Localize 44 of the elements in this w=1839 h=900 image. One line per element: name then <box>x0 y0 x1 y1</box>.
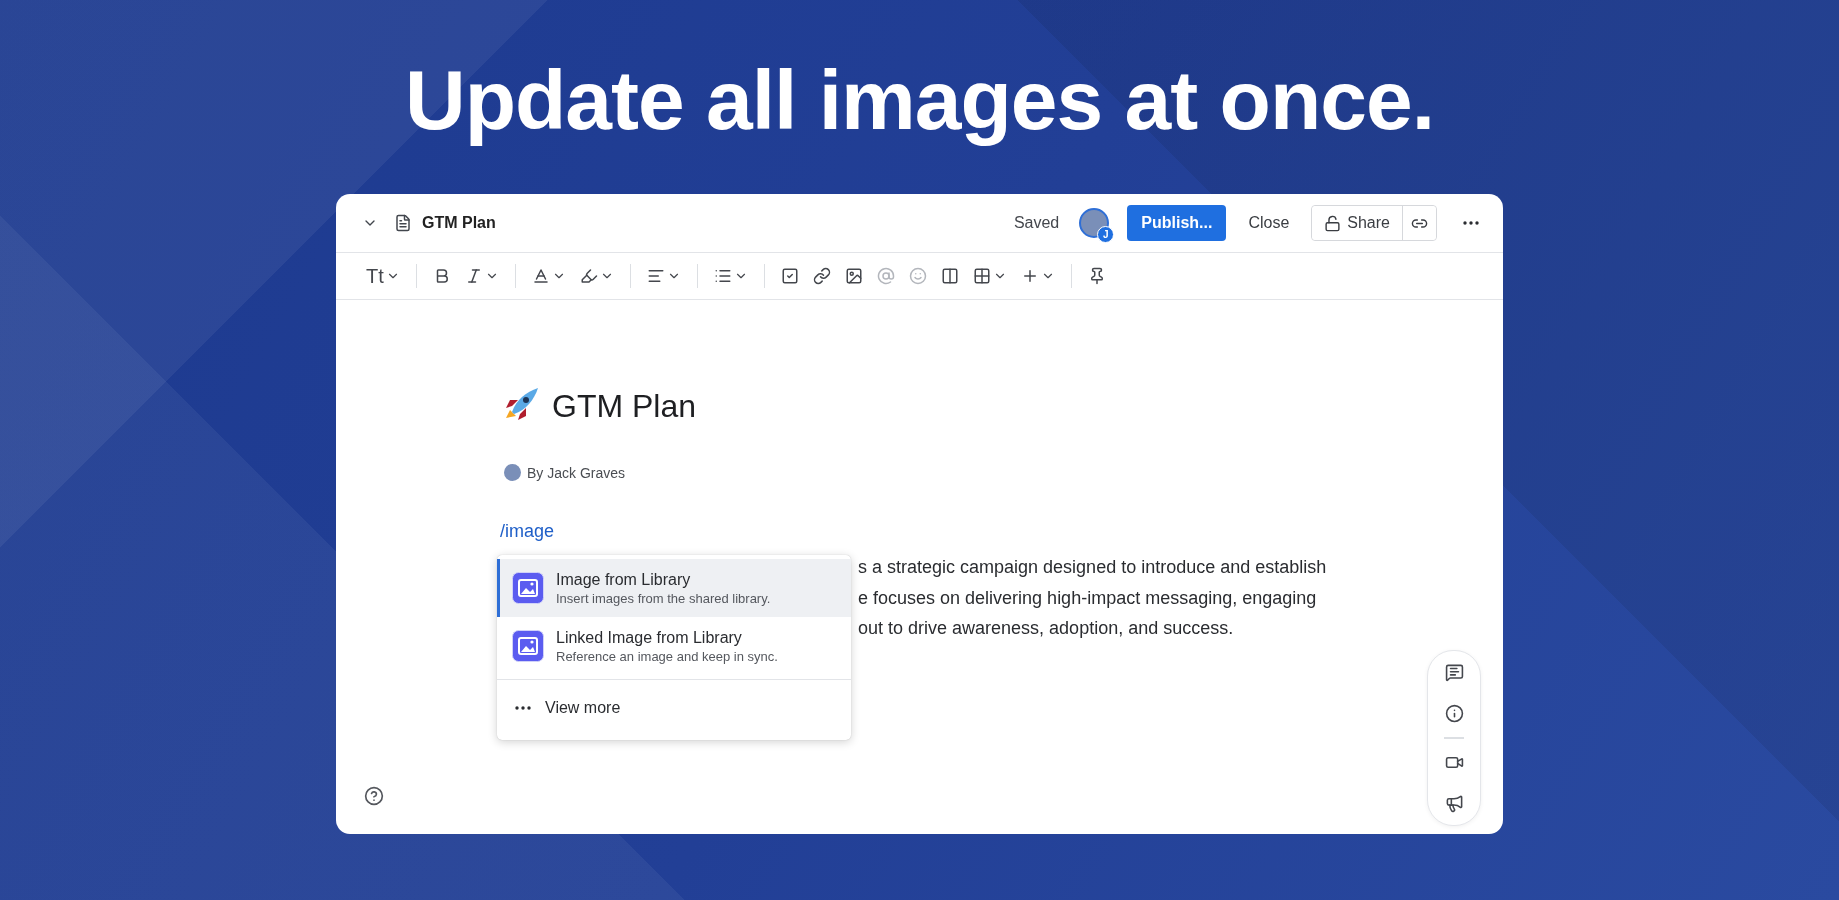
paragraph-line: out to drive awareness, adoption, and success. <box>858 617 1235 640</box>
columns-icon <box>940 267 959 285</box>
menu-item[interactable]: Linked Image from Library Reference an image and keep in sync. <box>497 617 851 675</box>
document-title: GTM Plan <box>552 387 697 425</box>
text-color-icon <box>531 267 550 285</box>
close-button[interactable]: Close <box>1236 205 1302 241</box>
table-icon <box>972 267 991 285</box>
menu-item[interactable]: Image from Library Insert images from the shared library. <box>497 559 851 617</box>
list-icon <box>713 267 732 285</box>
avatar-badge: J <box>1097 226 1115 243</box>
align-icon <box>646 267 665 285</box>
image-icon <box>512 630 544 662</box>
paragraph-line: e focuses on delivering high-impact messaging, engaging <box>858 586 1318 610</box>
copy-link-button[interactable] <box>1402 206 1436 240</box>
view-more-link[interactable]: View more <box>545 699 621 717</box>
mention-icon <box>876 267 895 285</box>
avatar[interactable] <box>1079 208 1110 238</box>
ellipsis-icon <box>515 706 531 710</box>
page-icon <box>394 214 412 232</box>
save-status: Saved <box>1013 214 1060 232</box>
ellipsis-icon <box>1463 221 1479 225</box>
help-icon[interactable] <box>364 786 384 806</box>
info-icon[interactable] <box>1444 704 1464 723</box>
author-name: By Jack Graves <box>527 464 626 481</box>
lock-icon <box>1324 214 1342 232</box>
link-icon <box>812 267 831 285</box>
megaphone-icon[interactable] <box>1444 794 1464 813</box>
slash-command-text: /image <box>500 521 555 542</box>
text-style-button[interactable]: Tt <box>364 262 402 290</box>
highlight-icon <box>579 267 598 285</box>
page-title: GTM Plan <box>422 214 496 232</box>
paragraph-line: s a strategic campaign designed to introduce and establish <box>858 556 1328 579</box>
image-icon <box>844 267 863 285</box>
headline: Update all images at once. <box>405 52 1434 149</box>
author-avatar <box>504 464 521 481</box>
menu-item-title: Image from Library <box>556 570 692 589</box>
task-icon <box>780 267 799 285</box>
menu-item-title: Linked Image from Library <box>556 628 743 647</box>
image-icon <box>512 572 544 604</box>
publish-button[interactable]: Publish... <box>1127 205 1227 241</box>
emoji-icon <box>908 267 927 285</box>
comment-icon[interactable] <box>1444 663 1464 682</box>
menu-item-description: Insert images from the shared library. <box>556 590 771 606</box>
menu-item-description: Reference an image and keep in sync. <box>556 648 778 664</box>
